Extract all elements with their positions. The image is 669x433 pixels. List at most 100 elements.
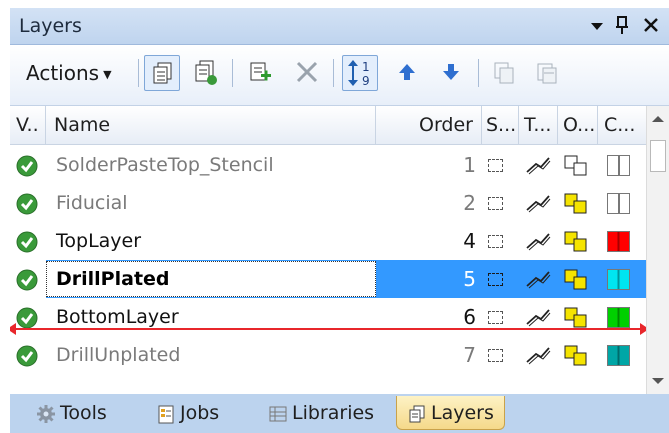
layer-color-swatch[interactable] — [607, 231, 630, 252]
tab-tools-label: Tools — [60, 402, 107, 424]
add-layer-icon — [250, 62, 271, 81]
layer-order: 7 — [463, 343, 476, 367]
gear-icon — [37, 404, 55, 423]
tab-jobs-label: Jobs — [180, 402, 220, 424]
scroll-up-icon[interactable] — [648, 112, 668, 126]
column-visible[interactable]: V.. — [10, 106, 46, 144]
close-button[interactable] — [642, 14, 660, 41]
actions-label: Actions — [26, 61, 100, 85]
object-icon[interactable] — [563, 344, 589, 368]
visible-check-icon[interactable] — [16, 155, 38, 177]
tab-libraries[interactable]: Libraries — [268, 396, 374, 430]
scroll-thumb[interactable] — [650, 140, 666, 172]
panel-menu-dropdown[interactable] — [590, 14, 604, 41]
select-checkbox[interactable] — [488, 197, 503, 210]
sort-top-digit: 1 — [362, 60, 370, 74]
track-icon[interactable] — [524, 344, 552, 366]
visible-check-icon[interactable] — [16, 345, 38, 367]
drop-indicator — [10, 323, 649, 335]
add-layer-button[interactable] — [242, 55, 278, 91]
tab-jobs[interactable]: Jobs — [156, 396, 219, 430]
copy-layer-icon — [494, 62, 514, 84]
layer-name[interactable]: BottomLayer — [56, 298, 179, 336]
layer-order: 2 — [463, 191, 476, 215]
pin-button[interactable] — [614, 14, 630, 41]
paste-layer-icon — [537, 63, 557, 84]
select-checkbox[interactable] — [488, 311, 503, 324]
layer-name[interactable]: DrillPlated — [56, 260, 170, 298]
layer-color-swatch[interactable] — [607, 269, 630, 290]
vertical-scrollbar[interactable] — [646, 106, 669, 394]
indicator-left-arrow-icon — [10, 323, 16, 335]
column-c[interactable]: C... — [598, 106, 646, 144]
track-icon[interactable] — [524, 230, 552, 252]
layer-view-button[interactable] — [144, 55, 180, 91]
layer-row[interactable]: DrillPlated 5 — [10, 260, 646, 298]
layer-row[interactable]: BottomLayer 6 — [10, 298, 646, 336]
chevron-down-icon: ▼ — [103, 67, 112, 81]
tab-tools[interactable]: Tools — [36, 396, 107, 430]
layer-row[interactable]: DrillUnplated 7 — [10, 336, 646, 374]
toolbar-separator — [333, 59, 334, 87]
object-icon[interactable] — [563, 154, 589, 178]
layer-color-swatch[interactable] — [607, 307, 630, 328]
select-checkbox[interactable] — [488, 159, 503, 172]
layer-name[interactable]: TopLayer — [56, 222, 141, 260]
select-checkbox[interactable] — [488, 235, 503, 248]
toolbar-separator — [138, 59, 139, 87]
actions-menu[interactable]: Actions ▼ — [26, 58, 112, 88]
visible-check-icon[interactable] — [16, 269, 38, 291]
tab-libraries-label: Libraries — [292, 402, 375, 424]
sort-order-icon: 1 9 — [348, 60, 370, 88]
object-icon[interactable] — [563, 268, 589, 292]
sort-order-button[interactable]: 1 9 — [342, 55, 378, 91]
layer-sets-button[interactable] — [188, 55, 224, 91]
scroll-down-icon[interactable] — [648, 374, 668, 388]
object-icon[interactable] — [563, 306, 589, 330]
track-icon[interactable] — [524, 192, 552, 214]
object-icon[interactable] — [563, 192, 589, 216]
panel-tab-strip: Tools Jobs Libraries Layers — [10, 394, 669, 433]
move-down-button[interactable] — [434, 55, 470, 91]
panel-titlebar: Layers — [10, 8, 669, 45]
move-up-button[interactable] — [390, 55, 426, 91]
layer-order: 6 — [463, 305, 476, 329]
tab-layers[interactable]: Layers — [396, 396, 505, 430]
layers-panel: Layers Actions ▼ 1 9 V.. Name Order S...… — [10, 8, 669, 433]
column-order[interactable]: Order — [376, 106, 482, 144]
layer-color-swatch[interactable] — [607, 345, 630, 366]
layer-row[interactable]: SolderPasteTop_Stencil 1 — [10, 146, 646, 184]
track-icon[interactable] — [524, 154, 552, 176]
libraries-icon — [269, 406, 287, 421]
layer-row[interactable]: Fiducial 2 — [10, 184, 646, 222]
panel-title: Layers — [19, 15, 82, 37]
layer-row[interactable]: TopLayer 4 — [10, 222, 646, 260]
object-icon[interactable] — [563, 230, 589, 254]
layer-color-swatch[interactable] — [607, 193, 630, 214]
layer-name[interactable]: Fiducial — [56, 184, 128, 222]
paste-layer-button[interactable] — [530, 55, 566, 91]
column-o[interactable]: O... — [558, 106, 598, 144]
copy-layer-button[interactable] — [486, 55, 522, 91]
layers-grid: V.. Name Order S... T... O... C... Solde… — [10, 106, 669, 394]
column-name[interactable]: Name — [46, 106, 376, 144]
column-t[interactable]: T... — [519, 106, 558, 144]
visible-check-icon[interactable] — [16, 193, 38, 215]
layer-color-swatch[interactable] — [607, 155, 630, 176]
track-icon[interactable] — [524, 268, 552, 290]
close-icon — [644, 18, 658, 32]
select-checkbox[interactable] — [488, 273, 503, 286]
column-s[interactable]: S... — [482, 106, 519, 144]
layer-name[interactable]: SolderPasteTop_Stencil — [56, 146, 274, 184]
layer-order: 1 — [463, 153, 476, 177]
layer-order: 4 — [463, 229, 476, 253]
toolbar-separator — [478, 59, 479, 87]
delete-layer-button[interactable] — [290, 55, 326, 91]
layer-name[interactable]: DrillUnplated — [56, 336, 180, 374]
select-checkbox[interactable] — [488, 349, 503, 362]
layer-order: 5 — [463, 267, 476, 291]
delete-icon — [296, 61, 318, 83]
visible-check-icon[interactable] — [16, 231, 38, 253]
move-up-icon — [399, 64, 415, 80]
track-icon[interactable] — [524, 306, 552, 328]
